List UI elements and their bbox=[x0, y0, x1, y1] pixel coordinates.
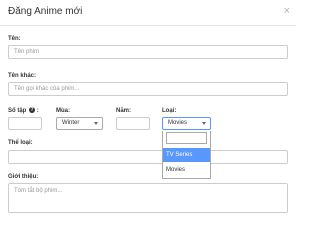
modal-title: Đăng Anime mới bbox=[8, 6, 83, 17]
intro-textarea[interactable]: Tóm tắt bộ phim... bbox=[8, 183, 288, 213]
help-circle-icon[interactable]: ? bbox=[29, 107, 36, 114]
chevron-down-icon bbox=[94, 122, 98, 125]
chevron-down-icon bbox=[202, 122, 206, 125]
genre-label: Thể loại: bbox=[8, 140, 33, 146]
name-label: Tên: bbox=[8, 36, 21, 42]
type-dropdown: TV Series Movies bbox=[162, 131, 211, 179]
type-select-value: Movies bbox=[168, 120, 188, 126]
type-label: Loại: bbox=[162, 108, 177, 114]
other-name-label: Tên khác: bbox=[8, 73, 37, 79]
episodes-label-text: Số tập bbox=[8, 108, 27, 114]
dropdown-option-movies[interactable]: Movies bbox=[163, 163, 210, 177]
type-select[interactable]: Movies bbox=[162, 117, 211, 130]
dropdown-option-tv-series[interactable]: TV Series bbox=[163, 148, 210, 162]
modal-header: Đăng Anime mới × bbox=[0, 0, 296, 26]
genre-input[interactable] bbox=[8, 150, 288, 164]
close-icon[interactable]: × bbox=[284, 4, 290, 18]
year-input[interactable] bbox=[116, 117, 150, 130]
episodes-label-suffix: : bbox=[36, 108, 39, 114]
dropdown-search-input[interactable] bbox=[166, 132, 207, 144]
episodes-label: Số tập ? : bbox=[8, 107, 39, 115]
other-name-input[interactable]: Tên gọi khác của phim... bbox=[8, 82, 288, 96]
year-label: Năm: bbox=[116, 108, 132, 114]
season-select[interactable]: Winter bbox=[56, 117, 103, 130]
season-label: Mùa: bbox=[56, 108, 70, 114]
name-input[interactable]: Tên phim bbox=[8, 45, 288, 59]
season-select-value: Winter bbox=[62, 120, 80, 126]
episodes-input[interactable] bbox=[8, 117, 42, 130]
intro-label: Giới thiệu: bbox=[8, 174, 39, 180]
